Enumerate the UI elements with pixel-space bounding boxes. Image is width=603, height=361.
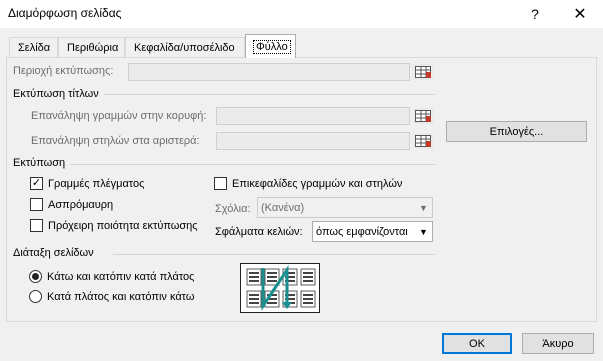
chevron-down-icon: ▼ bbox=[419, 226, 428, 237]
options-button[interactable]: Επιλογές... bbox=[446, 121, 587, 142]
comments-select[interactable]: (Κανένα) ▼ bbox=[257, 197, 433, 218]
black-white-label: Ασπρόμαυρη bbox=[48, 199, 114, 211]
black-white-checkbox[interactable] bbox=[30, 198, 43, 211]
chevron-down-icon: ▼ bbox=[419, 202, 428, 213]
tab-margins-label: Περιθώρια bbox=[67, 41, 119, 54]
tab-header-footer-label: Κεφαλίδα/υποσέλιδο bbox=[134, 41, 235, 54]
gridlines-checkbox[interactable]: ✓ bbox=[30, 177, 43, 190]
row-col-headings-checkbox[interactable] bbox=[214, 177, 227, 190]
cols-repeat-label: Επανάληψη στηλών στα αριστερά: bbox=[31, 135, 200, 147]
page-order-divider bbox=[113, 254, 435, 255]
dialog-title: Διαμόρφωση σελίδας bbox=[8, 6, 122, 20]
page-order-diagram-icon bbox=[246, 265, 316, 311]
ok-button[interactable]: OK bbox=[442, 333, 512, 354]
over-then-down-radio[interactable] bbox=[29, 290, 42, 303]
cell-errors-select[interactable]: όπως εμφανίζονται ▼ bbox=[312, 221, 433, 242]
cancel-button[interactable]: Άκυρο bbox=[522, 333, 594, 354]
down-then-over-radio[interactable] bbox=[29, 270, 42, 283]
down-then-over-label: Κάτω και κατόπιν κατά πλάτος bbox=[47, 271, 195, 283]
tab-page-label: Σελίδα bbox=[18, 41, 51, 54]
rows-repeat-field[interactable] bbox=[216, 107, 410, 125]
close-button[interactable]: ✕ bbox=[560, 0, 600, 28]
tab-margins[interactable]: Περιθώρια bbox=[58, 37, 125, 57]
page-order-heading: Διάταξη σελίδων bbox=[13, 247, 94, 259]
range-select-icon bbox=[415, 110, 431, 122]
draft-quality-label: Πρόχειρη ποιότητα εκτύπωσης bbox=[48, 220, 198, 232]
rows-repeat-label: Επανάληψη γραμμών στην κορυφή: bbox=[31, 110, 207, 122]
range-select-icon bbox=[415, 66, 431, 78]
page-order-preview bbox=[240, 263, 320, 313]
draft-quality-checkbox[interactable] bbox=[30, 219, 43, 232]
over-then-down-label: Κατά πλάτος και κατόπιν κάτω bbox=[47, 291, 195, 303]
cell-errors-value: όπως εμφανίζονται bbox=[316, 225, 408, 238]
comments-value: (Κανένα) bbox=[261, 201, 305, 214]
cols-repeat-ref-button[interactable] bbox=[412, 133, 434, 149]
range-select-icon bbox=[415, 135, 431, 147]
comments-label: Σχόλια: bbox=[215, 203, 251, 215]
tab-sheet-label: Φύλλο bbox=[253, 39, 291, 54]
help-button[interactable]: ? bbox=[515, 0, 555, 28]
tab-page[interactable]: Σελίδα bbox=[9, 37, 58, 57]
tab-header-footer[interactable]: Κεφαλίδα/υποσέλιδο bbox=[125, 37, 245, 57]
print-titles-divider bbox=[104, 94, 435, 95]
print-area-ref-button[interactable] bbox=[412, 64, 434, 80]
print-area-field[interactable] bbox=[128, 63, 410, 81]
row-col-headings-label: Επικεφαλίδες γραμμών και στηλών bbox=[232, 178, 403, 190]
rows-repeat-ref-button[interactable] bbox=[412, 108, 434, 124]
gridlines-label: Γραμμές πλέγματος bbox=[48, 178, 145, 190]
print-area-label: Περιοχή εκτύπωσης: bbox=[13, 65, 114, 77]
print-divider bbox=[70, 164, 435, 165]
print-heading: Εκτύπωση bbox=[13, 157, 66, 169]
print-titles-heading: Εκτύπωση τίτλων bbox=[13, 88, 99, 100]
cols-repeat-field[interactable] bbox=[216, 132, 410, 150]
tab-sheet[interactable]: Φύλλο bbox=[245, 34, 296, 58]
cell-errors-label: Σφάλματα κελιών: bbox=[215, 226, 303, 238]
